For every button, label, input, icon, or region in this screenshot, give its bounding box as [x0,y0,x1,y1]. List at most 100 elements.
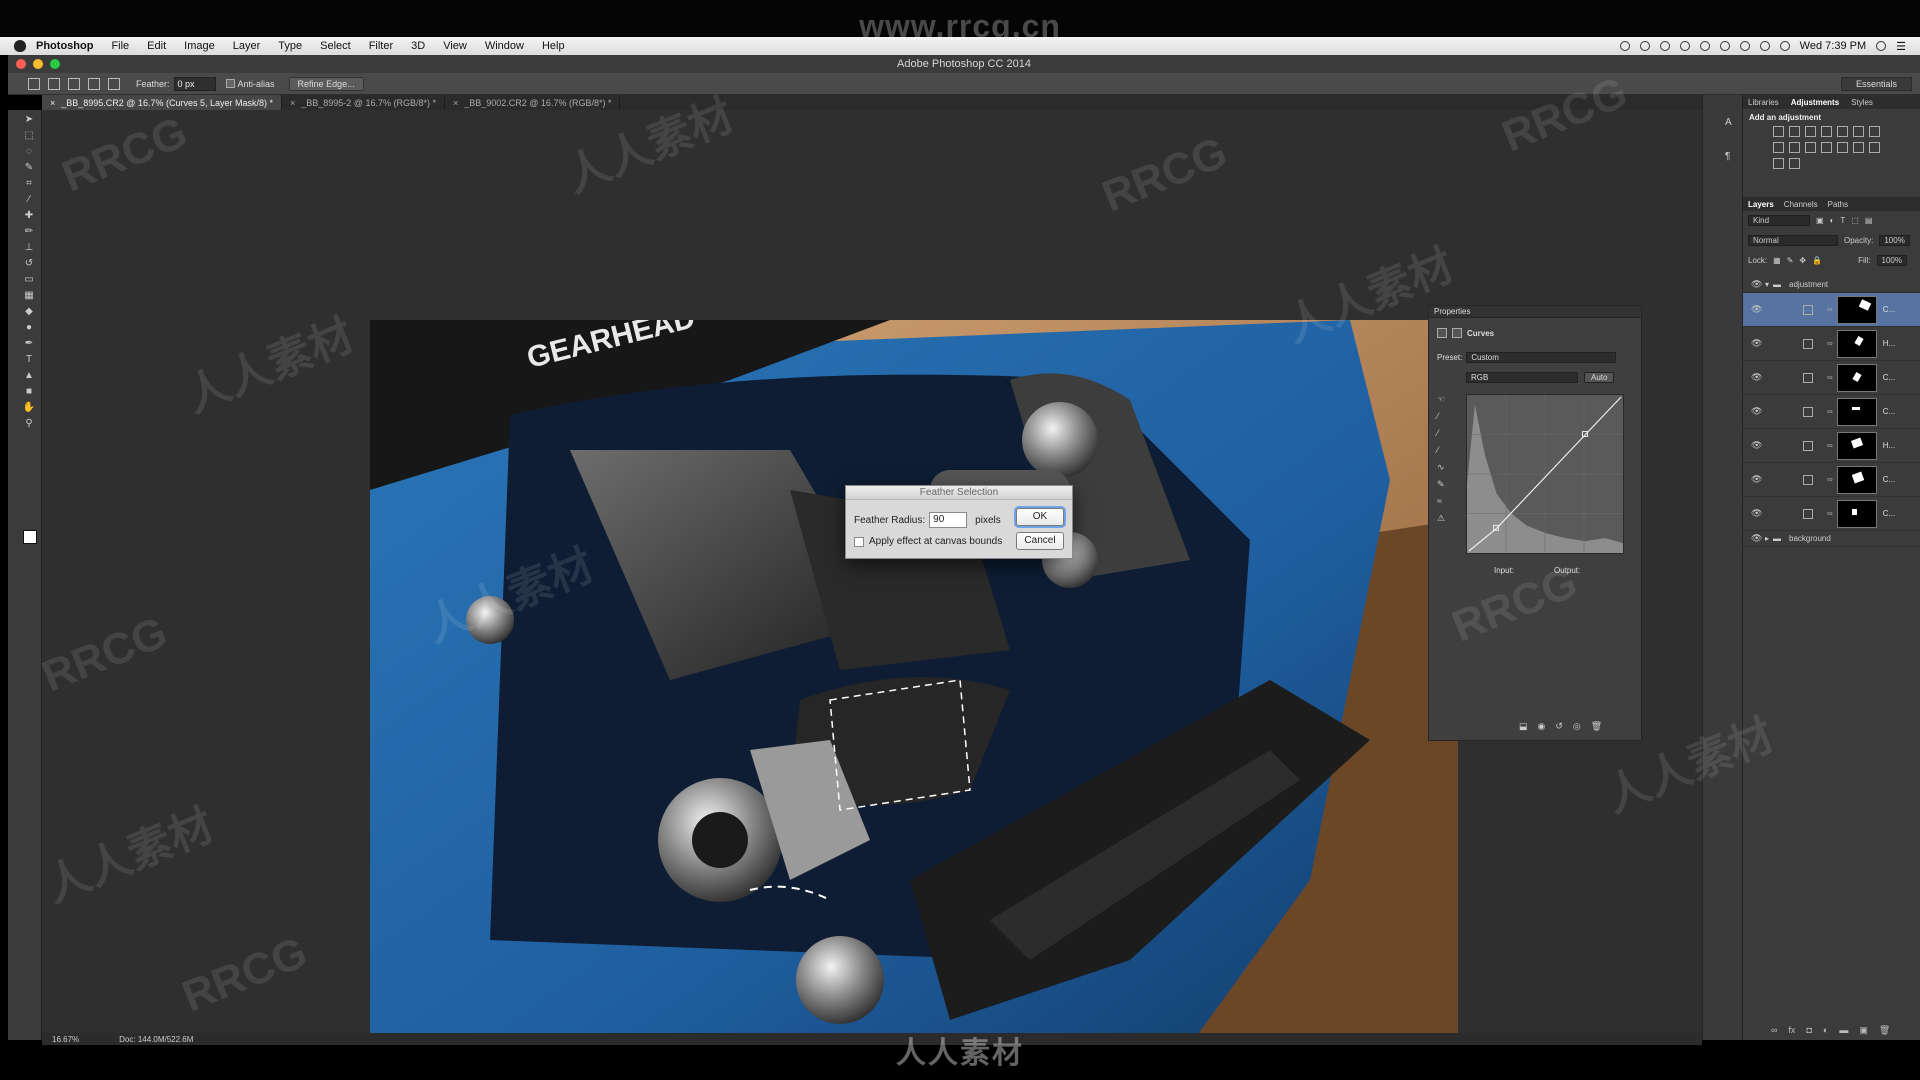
status-timemachine-icon[interactable] [1719,41,1730,51]
marquee-tool-icon[interactable]: ⬚ [22,130,36,142]
layer-mask-thumbnail[interactable] [1836,499,1877,528]
document-tab[interactable]: × _BB_8995.CR2 @ 16.7% (Curves 5, Layer M… [42,95,282,110]
path-select-tool-icon[interactable]: ▲ [22,370,36,382]
feather-input[interactable]: 0 px [173,76,216,91]
layer-row[interactable]: 👁 ∞ H... [1743,327,1920,361]
close-tab-icon[interactable]: × [453,98,458,108]
visibility-eye-icon[interactable]: 👁 [1751,372,1763,383]
lock-transparent-icon[interactable]: ▦ [1773,256,1781,265]
menu-select[interactable]: Select [320,40,351,52]
tab-styles[interactable]: Styles [1851,98,1873,107]
tab-adjustments[interactable]: Adjustments [1791,98,1839,107]
channel-mixer-icon[interactable] [1805,142,1816,153]
fill-input[interactable]: 100% [1876,255,1907,266]
pen-tool-icon[interactable]: ✒ [22,338,36,350]
vibrance-icon[interactable] [1837,126,1848,137]
add-selection-icon[interactable] [68,77,80,90]
filter-pixel-icon[interactable]: ▣ [1816,216,1824,225]
quick-select-tool-icon[interactable]: ✎ [22,162,36,174]
lock-position-icon[interactable]: ✥ [1799,256,1806,265]
close-tab-icon[interactable]: × [290,98,295,108]
apple-icon[interactable] [14,40,26,52]
target-adjust-icon[interactable]: ☜ [1437,394,1449,404]
layer-mask-thumbnail[interactable] [1836,295,1877,324]
eyedropper-tool-icon[interactable]: ⁄ [22,194,36,206]
layer-row[interactable]: 👁 ∞ C... [1743,497,1920,531]
layer-mask-icon[interactable] [1452,328,1462,338]
brush-tool-icon[interactable]: ✏ [22,226,36,238]
spotlight-icon[interactable] [1876,41,1887,51]
layer-group-background[interactable]: 👁 ▸ ▬ background [1743,531,1920,547]
dodge-tool-icon[interactable]: ● [22,322,36,334]
curves-graph[interactable] [1466,394,1624,554]
hand-tool-icon[interactable]: ✋ [22,402,36,414]
reset-icon[interactable]: ↺ [1555,721,1563,732]
visibility-eye-icon[interactable]: 👁 [1751,304,1763,315]
document-tab[interactable]: × _BB_9002.CR2 @ 16.7% (RGB/8*) * [445,95,621,110]
clip-to-layer-icon[interactable]: ⬓ [1519,721,1528,732]
menu-image[interactable]: Image [184,40,215,52]
curve-points-icon[interactable]: ∿ [1437,462,1449,472]
brightness-icon[interactable] [1773,126,1784,137]
gradient-map-icon[interactable] [1773,158,1784,169]
curve-pencil-icon[interactable]: ✎ [1437,479,1449,489]
levels-icon[interactable] [1789,126,1800,137]
toggle-visibility-icon[interactable]: ◎ [1573,721,1581,732]
status-bluetooth-icon[interactable] [1739,41,1750,51]
layer-row[interactable]: 👁 ∞ C... [1743,395,1920,429]
antialias-checkbox[interactable] [225,79,235,88]
filter-adjust-icon[interactable]: ◐ [1830,216,1835,225]
filter-smart-icon[interactable]: ▤ [1865,216,1873,225]
posterize-icon[interactable] [1853,142,1864,153]
gradient-tool-icon[interactable]: ▦ [22,290,36,302]
tab-libraries[interactable]: Libraries [1748,98,1779,107]
chain-link-icon[interactable]: ∞ [1827,509,1833,518]
black-white-icon[interactable] [1773,142,1784,153]
kind-filter-dropdown[interactable]: Kind [1748,215,1810,226]
menu-help[interactable]: Help [542,40,565,52]
foreground-color-swatch[interactable] [23,530,37,544]
healing-tool-icon[interactable]: ✚ [22,210,36,222]
selective-color-icon[interactable] [1789,158,1800,169]
layer-group-adjustment[interactable]: 👁 ▾ ▬ adjustment [1743,277,1920,293]
subtract-selection-icon[interactable] [88,77,100,90]
black-point-eyedropper-icon[interactable]: ⁄ [1437,411,1449,421]
curves-icon[interactable] [1805,126,1816,137]
view-previous-icon[interactable]: ◉ [1538,721,1546,732]
blur-tool-icon[interactable]: ◆ [22,306,36,318]
chain-link-icon[interactable]: ∞ [1827,407,1833,416]
chain-link-icon[interactable]: ∞ [1827,305,1833,314]
layer-mask-thumbnail[interactable] [1836,431,1877,460]
canvas-bounds-checkbox[interactable] [854,536,864,547]
channel-dropdown[interactable]: RGB [1466,372,1578,383]
zoom-tool-icon[interactable]: ⚲ [22,418,36,430]
visibility-eye-icon[interactable]: 👁 [1751,533,1763,544]
paragraph-panel-icon[interactable]: ¶ [1725,151,1737,163]
layer-row[interactable]: 👁 ∞ H... [1743,429,1920,463]
notification-icon[interactable]: ☰ [1896,40,1906,53]
document-tab[interactable]: × _BB_8995-2 @ 16.7% (RGB/8*) * [282,95,445,110]
chain-link-icon[interactable]: ∞ [1827,475,1833,484]
cancel-button[interactable]: Cancel [1016,532,1064,550]
lock-pixels-icon[interactable]: ✎ [1787,256,1794,265]
ok-button[interactable]: OK [1016,508,1064,526]
menu-view[interactable]: View [443,40,467,52]
group-collapse-icon[interactable]: ▸ [1765,534,1769,543]
tab-paths[interactable]: Paths [1828,200,1848,209]
curves-adjust-icon[interactable] [1437,328,1447,338]
menu-file[interactable]: File [111,40,129,52]
status-display-icon[interactable] [1699,41,1710,51]
lasso-preset-icon[interactable] [28,77,40,90]
status-cloud-icon[interactable] [1639,41,1650,51]
close-tab-icon[interactable]: × [50,98,55,108]
move-tool-icon[interactable]: ➤ [22,114,36,126]
visibility-eye-icon[interactable]: 👁 [1751,406,1763,417]
hue-saturation-icon[interactable] [1853,126,1864,137]
menu-edit[interactable]: Edit [147,40,166,52]
lasso-tool-icon[interactable]: ◌ [22,146,36,158]
visibility-eye-icon[interactable]: 👁 [1751,508,1763,519]
layer-row[interactable]: 👁 ∞ C... [1743,361,1920,395]
menu-window[interactable]: Window [485,40,524,52]
visibility-eye-icon[interactable]: 👁 [1751,440,1763,451]
intersect-selection-icon[interactable] [108,77,120,90]
